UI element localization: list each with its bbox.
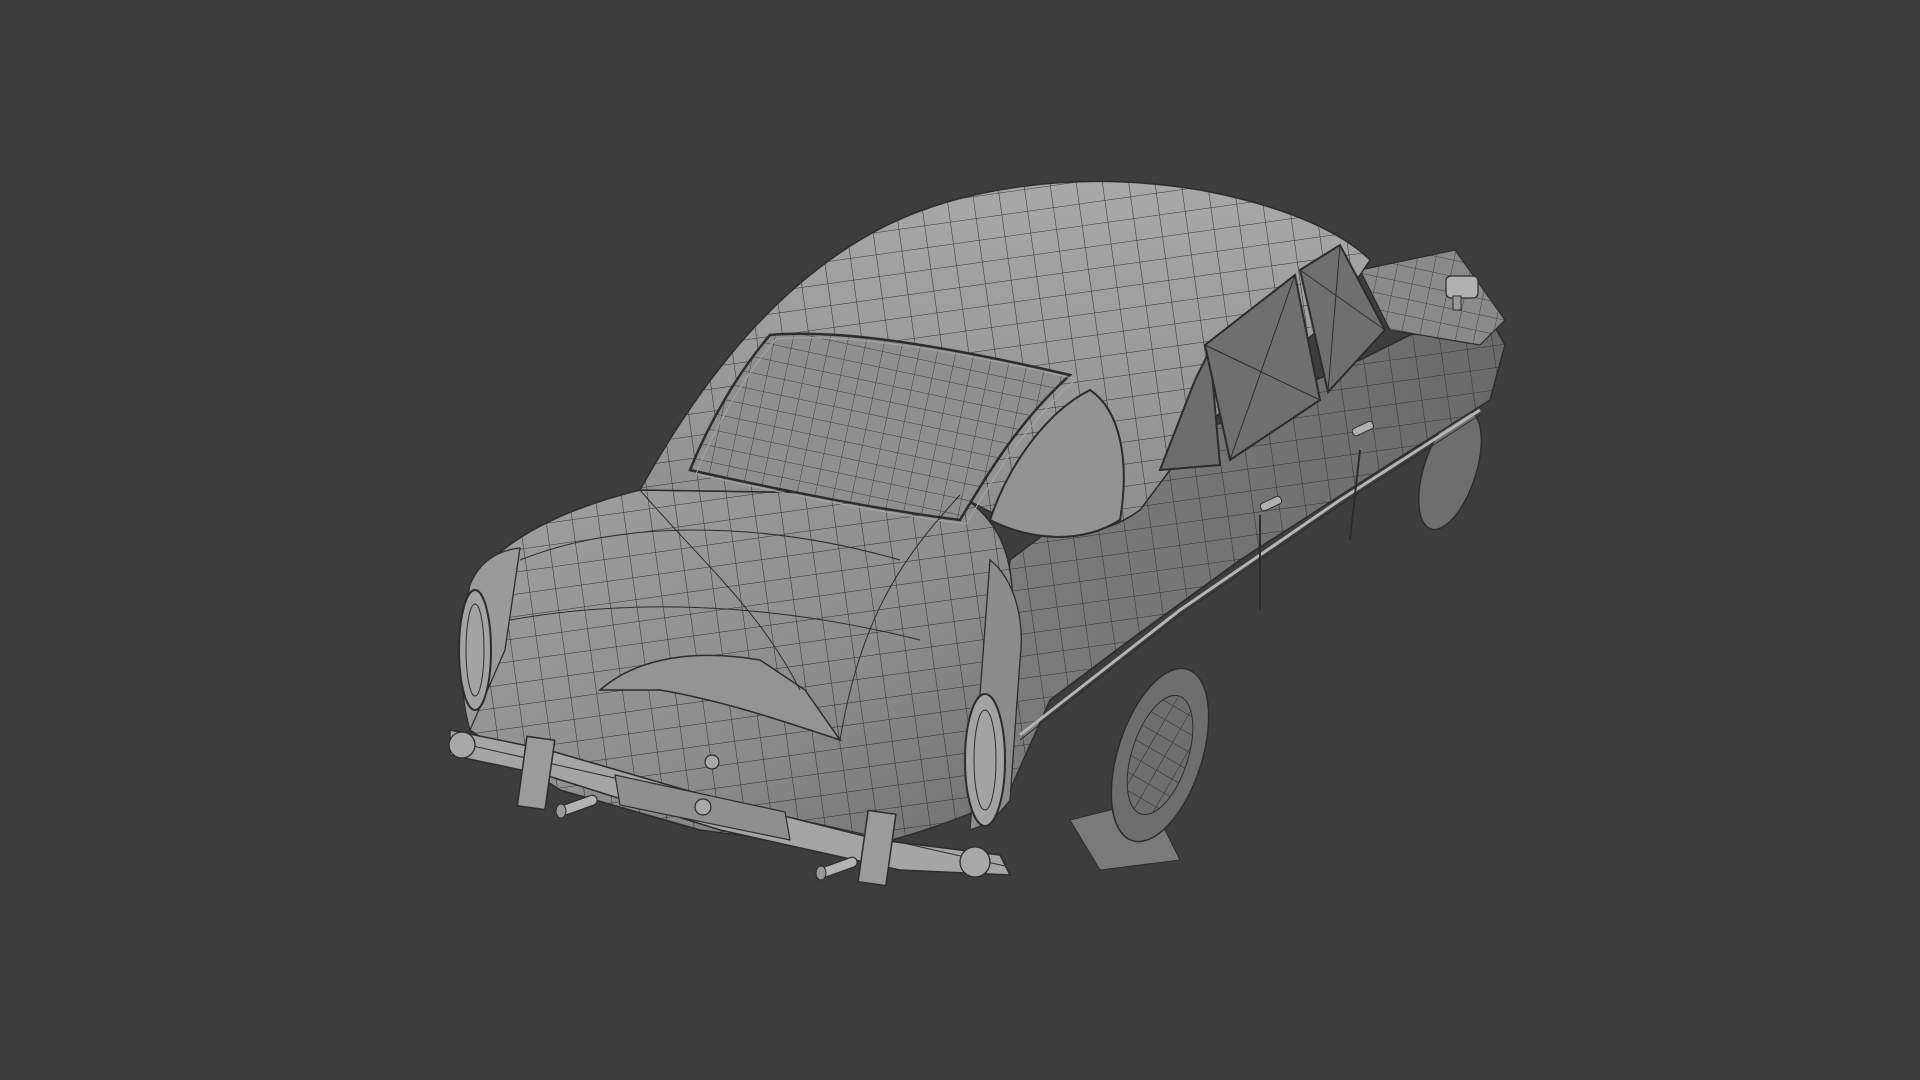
exhaust-pipe-left — [555, 794, 598, 819]
fuel-cap — [694, 798, 712, 816]
car-mesh[interactable] — [448, 180, 1506, 887]
viewport-canvas[interactable] — [0, 0, 1920, 1080]
bumper-end-right — [959, 846, 991, 878]
rear-badge — [704, 754, 720, 770]
right-tail-light — [964, 693, 1006, 827]
exhaust-pipe-right — [815, 856, 858, 881]
left-tail-light — [458, 589, 492, 711]
3d-viewport[interactable] — [0, 0, 1920, 1080]
bumper-end-left — [448, 731, 476, 759]
